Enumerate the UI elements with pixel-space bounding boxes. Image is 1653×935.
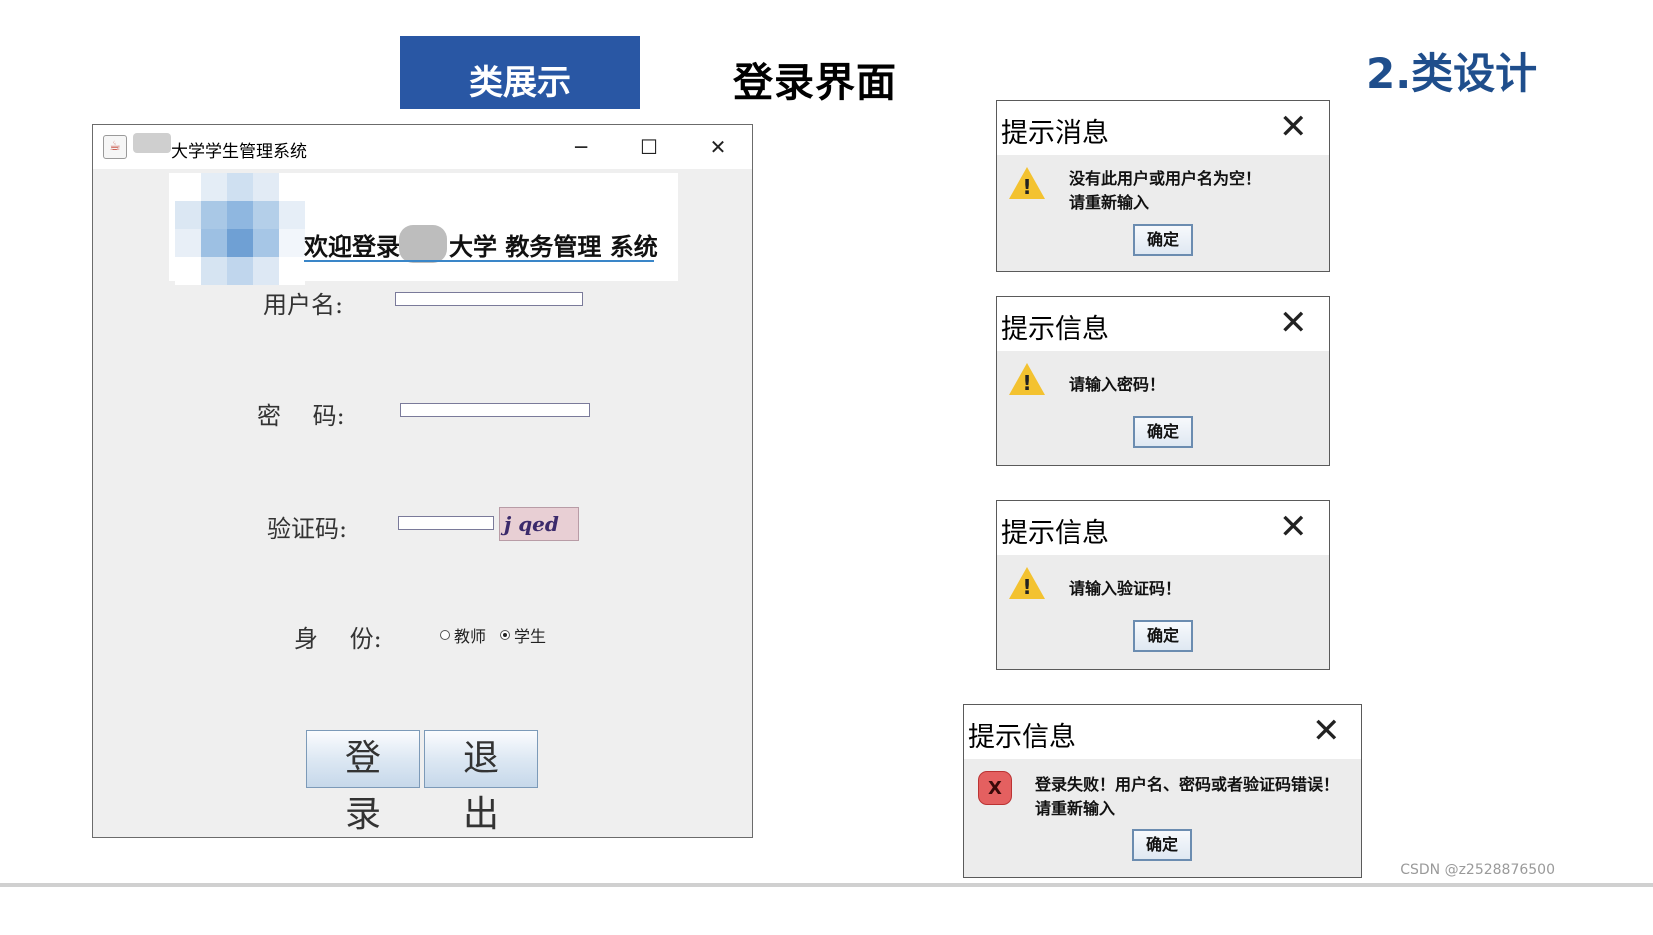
welcome-banner: 欢迎登录 大学 教务管理 系统	[169, 173, 678, 285]
warning-mark: !	[1022, 175, 1032, 199]
csdn-watermark: CSDN @z2528876500	[1400, 862, 1555, 878]
identity-label: 身 份:	[294, 625, 382, 653]
dialog-message-line-2: 请重新输入	[1069, 193, 1150, 212]
slide-tab-label: 类展示	[400, 36, 640, 109]
warning-mark: !	[1022, 575, 1032, 599]
slide-subtitle: 登录界面	[733, 60, 897, 106]
banner-system-text: 大学 教务管理 系统	[449, 233, 658, 261]
role-label-student: 学生	[514, 627, 547, 646]
dialog-message-line-1: 请输入验证码！	[1069, 579, 1182, 598]
radio-unchecked-icon[interactable]	[440, 630, 450, 640]
dialog-message-line-1: 请输入密码！	[1069, 375, 1166, 394]
dialog-title: 提示信息	[1001, 314, 1109, 345]
dialog-titlebar: 提示消息 ✕	[997, 101, 1329, 155]
redacted-school-name	[133, 133, 171, 153]
bottom-divider	[0, 883, 1653, 887]
dialog-enter-captcha: 提示信息 ✕ ! 请输入验证码！ 确定	[996, 500, 1330, 670]
dialog-close-icon[interactable]: ✕	[1312, 713, 1341, 749]
captcha-image[interactable]: j qed	[499, 507, 579, 541]
radio-checked-icon[interactable]	[500, 630, 510, 640]
password-label: 密 码:	[257, 402, 345, 430]
dialog-title: 提示信息	[968, 722, 1076, 753]
login-button[interactable]: 登录	[306, 730, 420, 835]
redacted-logo-icon	[175, 173, 305, 285]
password-field[interactable]	[400, 403, 590, 417]
banner-underline	[304, 260, 654, 262]
exit-button[interactable]: 退出	[424, 730, 538, 835]
minimize-button[interactable]: ─	[561, 133, 601, 161]
username-field[interactable]	[395, 292, 583, 306]
dialog-ok-button[interactable]: 确定	[1133, 416, 1193, 448]
dialog-title: 提示信息	[1001, 518, 1109, 549]
dialog-titlebar: 提示信息 ✕	[997, 297, 1329, 351]
role-radio-student[interactable]: 学生	[500, 623, 546, 647]
dialog-titlebar: 提示信息 ✕	[964, 705, 1361, 759]
close-button[interactable]: ✕	[698, 133, 738, 161]
dialog-ok-button[interactable]: 确定	[1132, 829, 1192, 861]
banner-welcome-text: 欢迎登录	[304, 233, 400, 261]
dialog-user-not-found: 提示消息 ✕ ! 没有此用户或用户名为空！ 请重新输入 确定	[996, 100, 1330, 272]
dialog-title: 提示消息	[1001, 118, 1109, 149]
captcha-label: 验证码:	[267, 515, 348, 543]
dialog-enter-password: 提示信息 ✕ ! 请输入密码！ 确定	[996, 296, 1330, 466]
error-icon: X	[978, 771, 1012, 805]
dialog-message-line-1: 没有此用户或用户名为空！	[1069, 169, 1262, 188]
role-radio-teacher[interactable]: 教师	[440, 623, 486, 647]
dialog-close-icon[interactable]: ✕	[1279, 305, 1308, 341]
dialog-message-line-1: 登录失败！用户名、密码或者验证码错误！	[1035, 775, 1340, 794]
maximize-button[interactable]: ☐	[629, 133, 669, 161]
redacted-banner-school	[399, 225, 447, 263]
dialog-message-line-2: 请重新输入	[1035, 799, 1116, 818]
dialog-close-icon[interactable]: ✕	[1279, 109, 1308, 145]
dialog-ok-button[interactable]: 确定	[1133, 620, 1193, 652]
role-label-teacher: 教师	[454, 627, 487, 646]
slide-section-title: 2.类设计	[1366, 49, 1538, 98]
login-window: ☕ 大学学生管理系统 ─ ☐ ✕ 欢迎登录 大学 教务管理 系统 用户名: 密 …	[92, 124, 753, 838]
dialog-close-icon[interactable]: ✕	[1279, 509, 1308, 545]
window-title: 大学学生管理系统	[171, 142, 307, 162]
username-label: 用户名:	[263, 291, 344, 319]
dialog-login-failed: 提示信息 ✕ X 登录失败！用户名、密码或者验证码错误！ 请重新输入 确定	[963, 704, 1362, 878]
warning-mark: !	[1022, 371, 1032, 395]
dialog-titlebar: 提示信息 ✕	[997, 501, 1329, 555]
captcha-field[interactable]	[398, 516, 494, 530]
java-app-icon: ☕	[103, 135, 127, 159]
window-titlebar: ☕ 大学学生管理系统 ─ ☐ ✕	[93, 125, 752, 169]
dialog-ok-button[interactable]: 确定	[1133, 224, 1193, 256]
